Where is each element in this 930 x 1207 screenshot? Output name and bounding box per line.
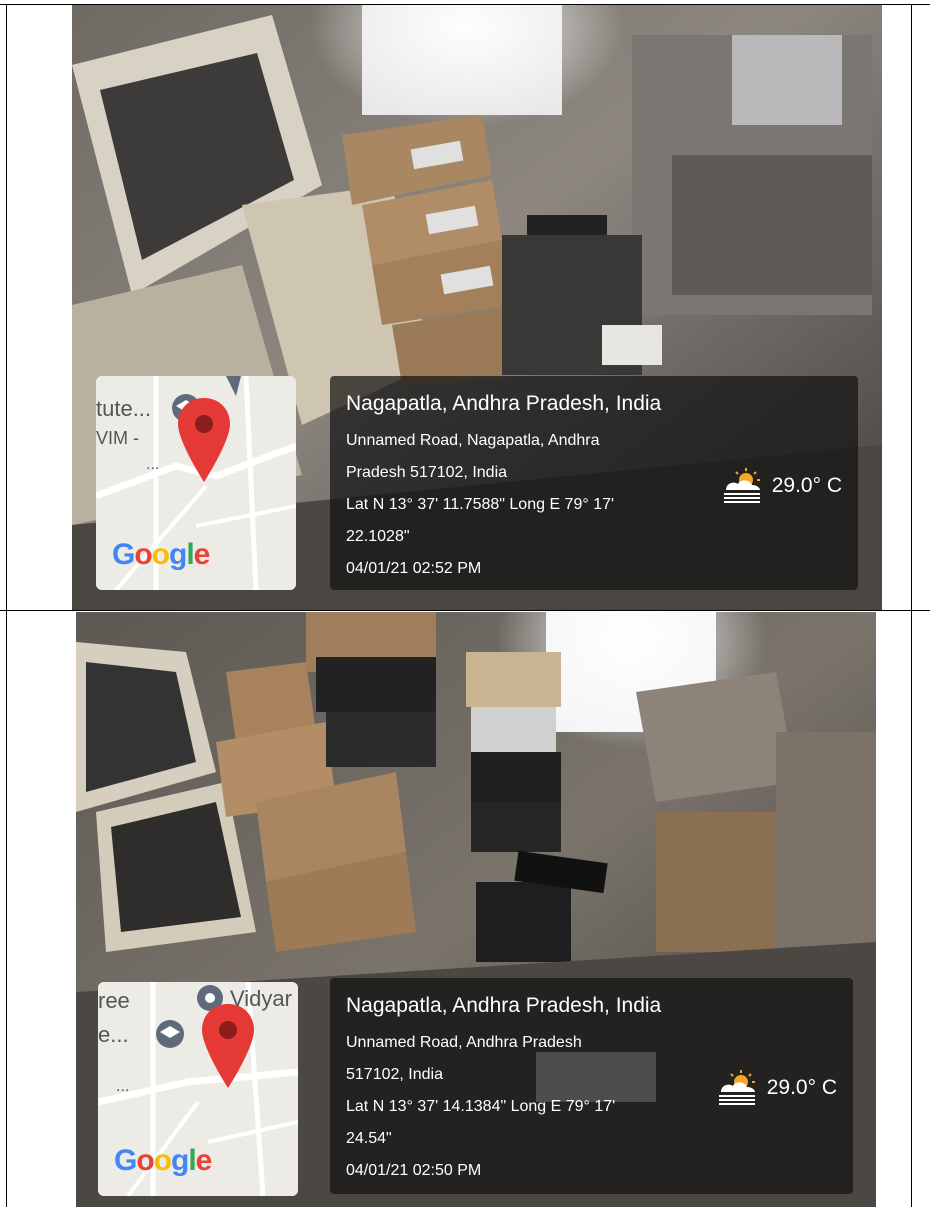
address-line-1: Unnamed Road, Andhra Pradesh: [346, 1034, 582, 1051]
place-name: Nagapatla, Andhra Pradesh, India: [346, 392, 662, 415]
temperature: 29.0° C: [771, 474, 842, 497]
location-pin-icon: [178, 398, 230, 482]
map-label-1: tute...: [96, 396, 152, 421]
address-line-1: Unnamed Road, Nagapatla, Andhra: [346, 432, 600, 449]
table-border-middle: [0, 610, 930, 611]
geotagged-photo-1: tute... VIM - ... Google Nagapatla, Andh…: [72, 5, 882, 610]
google-logo: Google: [114, 1144, 212, 1177]
address-line-2: Pradesh 517102, India: [346, 464, 508, 481]
address-line-2: 517102, India: [346, 1066, 443, 1083]
table-border-right: [911, 4, 912, 1207]
coordinates-line-2: 22.1028": [346, 528, 410, 545]
weather-readout: 29.0° C: [715, 1070, 837, 1106]
temperature: 29.0° C: [766, 1076, 837, 1099]
coordinates-line-2: 24.54": [346, 1130, 392, 1147]
google-logo: Google: [112, 538, 210, 571]
map-label-2: VIM -: [96, 428, 139, 448]
weather-readout: 29.0° C: [720, 468, 842, 504]
map-label-3: ...: [146, 456, 160, 473]
location-info-overlay: Nagapatla, Andhra Pradesh, India Unnamed…: [330, 978, 853, 1194]
map-label-1: ree: [98, 988, 130, 1013]
location-pin-icon: [202, 1004, 254, 1088]
coordinates-line-1: Lat N 13° 37' 11.7588" Long E 79° 17': [346, 496, 615, 513]
table-border-left: [6, 4, 7, 1207]
partly-sunny-haze-icon: [723, 468, 760, 503]
map-label-4: ...: [116, 1078, 130, 1095]
location-map-thumbnail[interactable]: tute... VIM - ... Google: [96, 376, 296, 590]
map-label-2: e...: [98, 1022, 129, 1047]
place-name: Nagapatla, Andhra Pradesh, India: [346, 994, 662, 1017]
coordinates-line-1: Lat N 13° 37' 14.1384" Long E 79° 17': [346, 1098, 616, 1115]
location-info-overlay: Nagapatla, Andhra Pradesh, India Unnamed…: [330, 376, 858, 590]
date-time: 04/01/21 02:50 PM: [346, 1162, 482, 1179]
partly-sunny-haze-icon: [718, 1070, 755, 1105]
geotagged-photo-2: ree e... Vidyar ... Google Nagapatla, An…: [76, 612, 876, 1207]
date-time: 04/01/21 02:52 PM: [346, 560, 482, 577]
location-map-thumbnail[interactable]: ree e... Vidyar ... Google: [98, 982, 298, 1196]
